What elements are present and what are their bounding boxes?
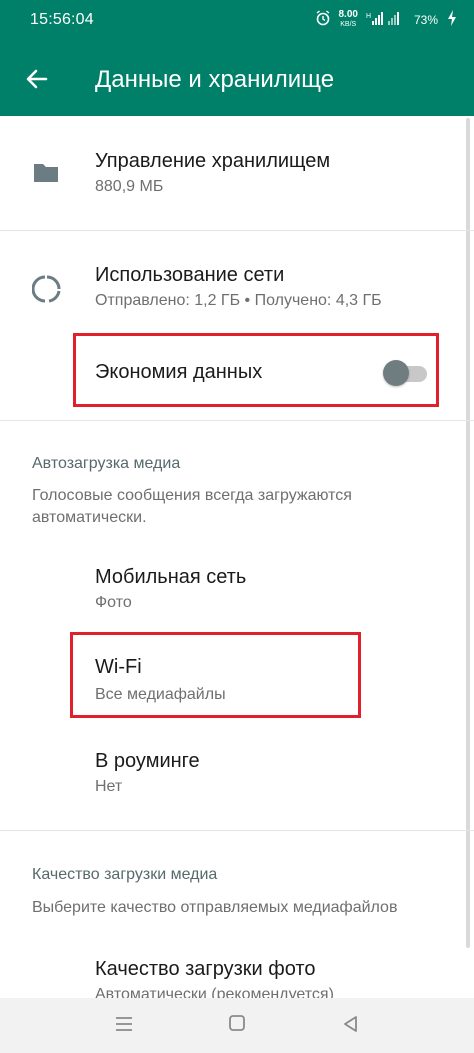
net-speed-value: 8.00	[338, 9, 358, 20]
network-usage-item[interactable]: Использование сети Отправлено: 1,2 ГБ • …	[0, 231, 474, 331]
quality-header: Качество загрузки медиа	[32, 866, 218, 883]
status-bar: 15:56:04 8.00 KB/S H 73%	[0, 0, 474, 40]
system-nav-bar	[0, 998, 474, 1053]
back-arrow-icon[interactable]	[22, 64, 52, 94]
storage-management-item[interactable]: Управление хранилищем 880,9 МБ	[0, 116, 474, 230]
back-nav-icon[interactable]	[342, 1014, 360, 1039]
storage-title: Управление хранилищем	[95, 150, 331, 172]
menu-nav-icon[interactable]	[114, 1014, 134, 1039]
divider	[0, 830, 474, 831]
battery-icon	[446, 9, 458, 32]
highlight-frame-data-saver	[73, 333, 439, 407]
mobile-subtitle: Фото	[95, 594, 132, 611]
app-bar: 15:56:04 8.00 KB/S H 73% Данные и хранил…	[0, 0, 474, 116]
roaming-title: В роуминге	[95, 750, 200, 772]
toolbar: Данные и хранилище	[0, 42, 474, 116]
autodownload-header: Автозагрузка медиа	[32, 455, 181, 472]
signal-icon: H	[366, 10, 406, 31]
roaming-subtitle: Нет	[95, 778, 123, 795]
autodownload-mobile-item[interactable]: Мобильная сеть Фото	[0, 548, 474, 634]
storage-size: 880,9 МБ	[95, 178, 164, 195]
alarm-icon	[315, 9, 331, 31]
photo-quality-item[interactable]: Качество загрузки фото Автоматически (ре…	[0, 940, 474, 1003]
battery-percent: 73%	[413, 13, 438, 27]
quality-note: Выберите качество отправляемых медиафайл…	[32, 899, 398, 916]
folder-icon	[32, 160, 60, 189]
net-speed-unit: KB/S	[340, 21, 357, 28]
page-title: Данные и хранилище	[95, 66, 335, 93]
divider	[0, 420, 474, 421]
network-usage-stats: Отправлено: 1,2 ГБ • Получено: 4,3 ГБ	[95, 292, 382, 309]
data-usage-icon	[31, 274, 62, 309]
status-time: 15:56:04	[30, 11, 94, 28]
autodownload-note: Голосовые сообщения всегда загружаются а…	[32, 487, 352, 526]
mobile-title: Мобильная сеть	[95, 566, 247, 588]
autodownload-roaming-item[interactable]: В роуминге Нет	[0, 732, 474, 818]
highlight-frame-wifi	[70, 632, 361, 718]
svg-text:H: H	[366, 13, 371, 20]
home-nav-icon[interactable]	[228, 1014, 246, 1037]
network-speed: 8.00 KB/S	[339, 10, 358, 30]
network-usage-title: Использование сети	[95, 264, 285, 286]
photo-quality-title: Качество загрузки фото	[95, 958, 316, 980]
status-icons: 8.00 KB/S H 73%	[315, 9, 459, 32]
